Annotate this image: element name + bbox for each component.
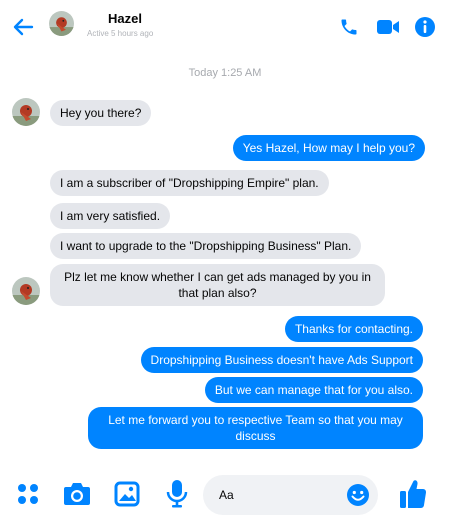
chat-header: Hazel Active 5 hours ago bbox=[0, 0, 450, 54]
more-actions-icon[interactable] bbox=[16, 482, 40, 506]
message-composer: Aa bbox=[0, 464, 450, 528]
gallery-icon[interactable] bbox=[114, 481, 140, 507]
message-incoming[interactable]: I am very satisfied. bbox=[50, 203, 171, 229]
phone-call-icon[interactable] bbox=[339, 17, 359, 37]
message-outgoing[interactable]: Yes Hazel, How may I help you? bbox=[232, 135, 425, 161]
message-outgoing[interactable]: Dropshipping Business doesn't have Ads S… bbox=[140, 347, 423, 373]
message-outgoing[interactable]: Let me forward you to respective Team so… bbox=[88, 407, 423, 449]
contact-avatar[interactable] bbox=[12, 277, 40, 305]
video-call-icon[interactable] bbox=[376, 18, 400, 36]
info-icon[interactable] bbox=[414, 16, 436, 38]
message-outgoing[interactable]: But we can manage that for you also. bbox=[204, 377, 423, 403]
contact-status: Active 5 hours ago bbox=[87, 29, 154, 38]
message-incoming[interactable]: I want to upgrade to the "Dropshipping B… bbox=[50, 233, 362, 259]
back-arrow-icon[interactable] bbox=[10, 14, 36, 40]
contact-avatar[interactable] bbox=[49, 11, 74, 36]
contact-avatar[interactable] bbox=[12, 98, 40, 126]
camera-icon[interactable] bbox=[63, 481, 91, 507]
message-input-placeholder: Aa bbox=[219, 488, 234, 502]
message-outgoing[interactable]: Thanks for contacting. bbox=[284, 316, 423, 342]
microphone-icon[interactable] bbox=[166, 479, 188, 509]
message-incoming[interactable]: Hey you there? bbox=[50, 100, 152, 126]
contact-name[interactable]: Hazel bbox=[108, 11, 142, 26]
message-incoming[interactable]: Plz let me know whether I can get ads ma… bbox=[50, 264, 385, 306]
emoji-icon[interactable] bbox=[346, 483, 370, 507]
message-incoming[interactable]: I am a subscriber of "Dropshipping Empir… bbox=[50, 170, 329, 196]
conversation-timestamp: Today 1:25 AM bbox=[188, 67, 262, 79]
message-input[interactable]: Aa bbox=[203, 475, 378, 515]
like-thumbs-up-icon[interactable] bbox=[398, 478, 428, 510]
